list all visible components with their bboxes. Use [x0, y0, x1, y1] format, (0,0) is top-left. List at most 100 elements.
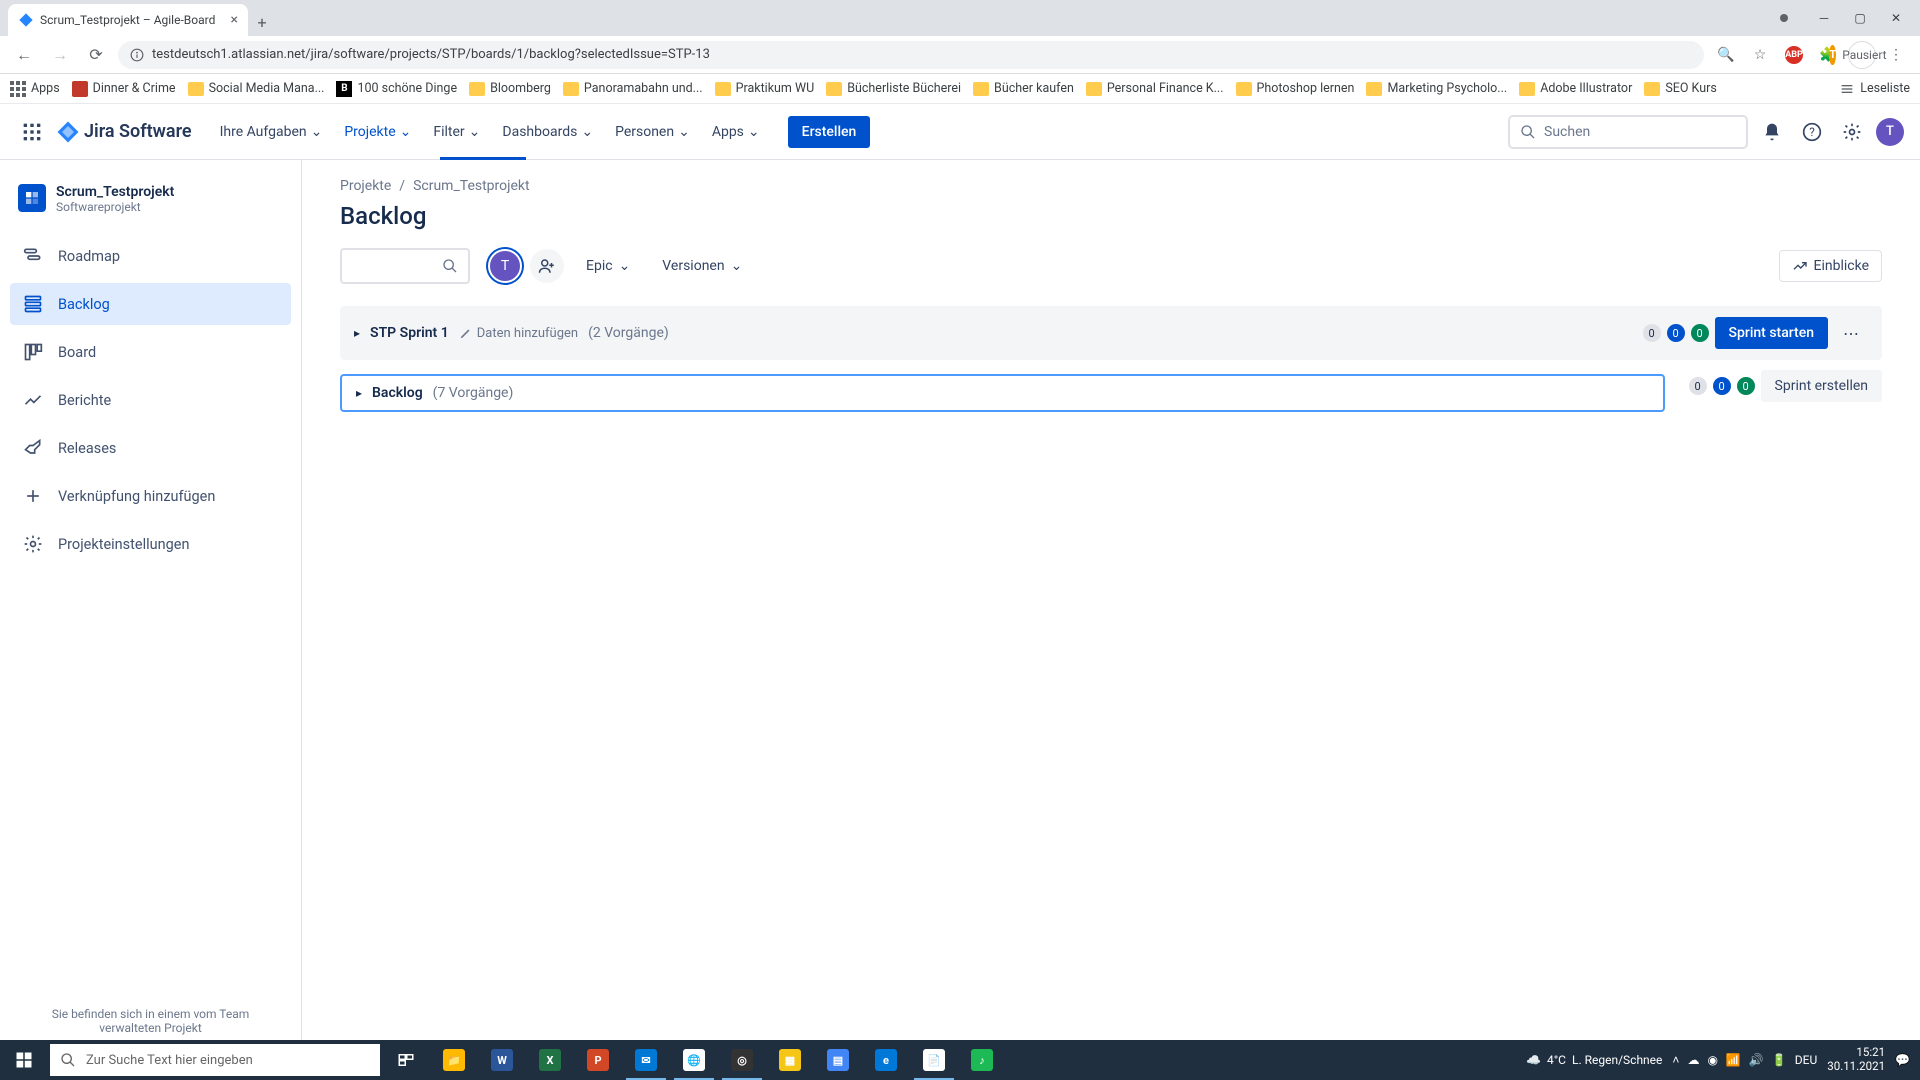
bookmark-item[interactable]: Panoramabahn und...: [563, 81, 703, 96]
profile-button[interactable]: T Pausiert: [1848, 41, 1876, 69]
sidebar-item-board[interactable]: Board: [10, 331, 291, 373]
notification-center-icon[interactable]: 💬: [1895, 1053, 1910, 1067]
tray-chevron-icon[interactable]: ˄: [1672, 1053, 1679, 1067]
bookmark-item[interactable]: Bücher kaufen: [973, 81, 1074, 96]
reading-list-button[interactable]: Leseliste: [1839, 81, 1910, 97]
site-info-icon[interactable]: [130, 48, 144, 62]
app-switcher-icon[interactable]: [16, 116, 48, 148]
backlog-search-input[interactable]: [340, 248, 470, 284]
apps-button[interactable]: Apps: [10, 81, 60, 97]
backlog-section[interactable]: ▸ Backlog (7 Vorgänge): [340, 374, 1665, 412]
bookmark-item[interactable]: Bloomberg: [469, 81, 551, 96]
sidebar-item-releases[interactable]: Releases: [10, 427, 291, 469]
settings-icon[interactable]: [1836, 116, 1868, 148]
zoom-icon[interactable]: 🔍: [1712, 41, 1740, 69]
bookmark-item[interactable]: SEO Kurs: [1644, 81, 1717, 96]
nav-your-work[interactable]: Ihre Aufgaben⌄: [212, 118, 331, 146]
start-sprint-button[interactable]: Sprint starten: [1715, 317, 1828, 349]
inprogress-badge: 0: [1667, 324, 1685, 342]
taskbar-app[interactable]: ▦: [766, 1040, 814, 1080]
taskbar-app-mail[interactable]: ✉: [622, 1040, 670, 1080]
assignee-filter-avatar[interactable]: T: [488, 249, 522, 283]
chrome-menu-icon[interactable]: ⋮: [1882, 41, 1910, 69]
start-button[interactable]: [0, 1040, 48, 1080]
tray-volume-icon[interactable]: 🔊: [1749, 1053, 1764, 1067]
maximize-button[interactable]: ▢: [1844, 2, 1876, 34]
nav-projects[interactable]: Projekte⌄: [336, 118, 419, 146]
nav-dashboards[interactable]: Dashboards⌄: [494, 118, 601, 146]
close-window-button[interactable]: ✕: [1880, 2, 1912, 34]
bookmark-item[interactable]: Social Media Mana...: [188, 81, 325, 96]
sprint-more-button[interactable]: ⋯: [1834, 316, 1868, 350]
taskbar-app-excel[interactable]: X: [526, 1040, 574, 1080]
extensions-icon[interactable]: 🧩: [1814, 41, 1842, 69]
bookmark-item[interactable]: Personal Finance K...: [1086, 81, 1224, 96]
sidebar-item-add-link[interactable]: Verknüpfung hinzufügen: [10, 475, 291, 517]
weather-widget[interactable]: ☁️ 4°C L. Regen/Schnee: [1526, 1053, 1662, 1067]
create-sprint-button[interactable]: Sprint erstellen: [1761, 370, 1882, 402]
bookmark-item[interactable]: Bücherliste Bücherei: [826, 81, 961, 96]
taskbar-search-input[interactable]: Zur Suche Text hier eingeben: [50, 1044, 380, 1076]
global-search-input[interactable]: Suchen: [1508, 115, 1748, 149]
epic-filter[interactable]: Epic⌄: [576, 252, 640, 280]
bookmark-item[interactable]: Dinner & Crime: [72, 81, 176, 97]
taskbar-app-obs[interactable]: ◎: [718, 1040, 766, 1080]
jira-logo[interactable]: Jira Software: [56, 120, 192, 144]
minimize-button[interactable]: ─: [1808, 2, 1840, 34]
breadcrumb-projects[interactable]: Projekte: [340, 178, 391, 194]
releases-icon: [22, 437, 44, 459]
tray-wifi-icon[interactable]: 📶: [1726, 1053, 1741, 1067]
task-view-button[interactable]: [382, 1040, 430, 1080]
taskbar-app-word[interactable]: W: [478, 1040, 526, 1080]
sync-indicator-icon[interactable]: [1780, 14, 1788, 22]
sidebar-item-reports[interactable]: Berichte: [10, 379, 291, 421]
add-people-button[interactable]: [530, 249, 564, 283]
expand-backlog-toggle[interactable]: ▸: [356, 386, 362, 400]
url-field[interactable]: testdeutsch1.atlassian.net/jira/software…: [118, 41, 1704, 69]
browser-tab[interactable]: Scrum_Testprojekt – Agile-Board ×: [8, 4, 248, 36]
sidebar-item-settings[interactable]: Projekteinstellungen: [10, 523, 291, 565]
taskbar-app-edge[interactable]: e: [862, 1040, 910, 1080]
sidebar-item-backlog[interactable]: Backlog: [10, 283, 291, 325]
windows-icon: [15, 1051, 33, 1069]
sidebar-item-roadmap[interactable]: Roadmap: [10, 235, 291, 277]
bookmark-item[interactable]: Marketing Psycholo...: [1366, 81, 1507, 96]
nav-filters[interactable]: Filter⌄: [425, 118, 488, 146]
apps-label: Apps: [31, 81, 60, 96]
profile-avatar[interactable]: T: [1876, 118, 1904, 146]
bookmark-item[interactable]: Adobe Illustrator: [1519, 81, 1632, 96]
project-header[interactable]: Scrum_Testprojekt Softwareprojekt: [10, 180, 291, 232]
nav-apps[interactable]: Apps⌄: [704, 118, 768, 146]
breadcrumb-project[interactable]: Scrum_Testprojekt: [413, 178, 530, 194]
versions-filter[interactable]: Versionen⌄: [652, 252, 752, 280]
taskbar-app[interactable]: ▤: [814, 1040, 862, 1080]
tab-close-icon[interactable]: ×: [231, 12, 238, 28]
expand-sprint-toggle[interactable]: ▸: [354, 326, 360, 340]
nav-people[interactable]: Personen⌄: [607, 118, 698, 146]
bookmark-item[interactable]: B100 schöne Dinge: [336, 81, 457, 97]
tray-location-icon[interactable]: ◉: [1707, 1053, 1717, 1067]
tray-cloud-icon[interactable]: ☁: [1687, 1053, 1699, 1067]
taskbar-clock[interactable]: 15:21 30.11.2021: [1827, 1046, 1885, 1074]
create-button[interactable]: Erstellen: [788, 116, 871, 148]
tray-battery-icon[interactable]: 🔋: [1772, 1053, 1787, 1067]
taskbar-app-spotify[interactable]: ♪: [958, 1040, 1006, 1080]
back-button[interactable]: ←: [10, 41, 38, 69]
sidebar-footer-text: Sie befinden sich in einem vom Team verw…: [20, 1007, 281, 1035]
bookmark-star-icon[interactable]: ☆: [1746, 41, 1774, 69]
bookmark-item[interactable]: Praktikum WU: [715, 81, 815, 96]
help-icon[interactable]: ?: [1796, 116, 1828, 148]
taskbar-app-chrome[interactable]: 🌐: [670, 1040, 718, 1080]
add-dates-button[interactable]: Daten hinzufügen: [459, 326, 578, 341]
insights-button[interactable]: Einblicke: [1779, 250, 1882, 282]
notifications-icon[interactable]: [1756, 116, 1788, 148]
bookmark-item[interactable]: Photoshop lernen: [1236, 81, 1355, 96]
new-tab-button[interactable]: +: [248, 8, 276, 36]
tray-language[interactable]: DEU: [1795, 1053, 1817, 1067]
taskbar-app-powerpoint[interactable]: P: [574, 1040, 622, 1080]
reload-button[interactable]: ⟳: [82, 41, 110, 69]
forward-button[interactable]: →: [46, 41, 74, 69]
taskbar-app-notepad[interactable]: 📄: [910, 1040, 958, 1080]
taskbar-app-explorer[interactable]: 📁: [430, 1040, 478, 1080]
abp-extension-icon[interactable]: ABP: [1780, 41, 1808, 69]
